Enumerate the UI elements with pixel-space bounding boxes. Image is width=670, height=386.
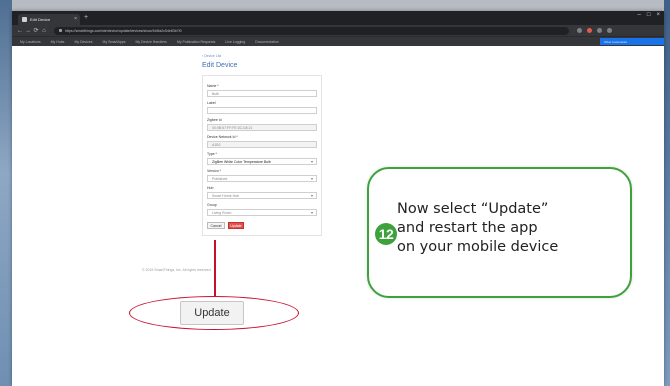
forward-icon[interactable]: → xyxy=(24,28,32,34)
bookmark-item[interactable]: My SmartApps xyxy=(103,40,126,44)
extension-icons xyxy=(577,28,612,33)
address-bar[interactable]: https://smartthings.com/ide/device/updat… xyxy=(54,26,569,35)
form-panel: Name * Bulb Label Zigbee Id 00:0B:57:FF:… xyxy=(202,75,322,236)
bookmark-item[interactable]: Documentation xyxy=(255,40,279,44)
callout-line: and restart the app xyxy=(397,220,538,236)
chevron-down-icon: ▾ xyxy=(310,176,313,181)
callout-text: Now select “Update” and restart the app … xyxy=(397,200,627,257)
other-bookmarks[interactable]: Other bookmarks xyxy=(600,38,664,45)
minimize-icon[interactable]: – xyxy=(638,12,641,18)
zigbee-id-field: 00:0B:57:FF:FE:3C:D8:21 xyxy=(207,124,317,131)
bookmark-item[interactable]: Live Logging xyxy=(225,40,245,44)
cancel-button[interactable]: Cancel xyxy=(207,222,225,229)
type-label: Type * xyxy=(207,152,217,156)
menu-icon[interactable] xyxy=(607,28,612,33)
bookmarks-bar: My Locations My Hubs My Devices My Smart… xyxy=(12,36,664,46)
instruction-callout: 12 Now select “Update” and restart the a… xyxy=(367,167,632,298)
type-select[interactable]: ZigBee White Color Temperature Bulb ▾ xyxy=(207,158,317,165)
profile-avatar-icon[interactable] xyxy=(597,28,602,33)
hub-select[interactable]: Smart Home Hub ▾ xyxy=(207,192,317,199)
browser-toolbar: ← → ⟳ ⌂ https://smartthings.com/ide/devi… xyxy=(12,25,664,36)
home-icon[interactable]: ⌂ xyxy=(40,28,48,34)
step-number-badge: 12 xyxy=(375,223,397,245)
page-title: Edit Device xyxy=(202,62,238,69)
hub-value: Smart Home Hub xyxy=(212,193,240,198)
callout-line: Now select “Update” xyxy=(397,201,549,217)
bookmark-item[interactable]: My Hubs xyxy=(51,40,65,44)
chevron-down-icon: ▾ xyxy=(310,159,313,164)
maximize-icon[interactable]: □ xyxy=(647,12,651,18)
bookmark-item[interactable]: My Devices xyxy=(74,40,92,44)
group-label: Group xyxy=(207,203,217,207)
close-window-icon[interactable]: × xyxy=(656,12,660,18)
desktop-background-right xyxy=(664,0,670,386)
back-icon[interactable]: ← xyxy=(16,28,24,34)
version-value: Published xyxy=(212,176,228,181)
highlight-connector-line xyxy=(214,240,216,297)
breadcrumb[interactable]: ‹ Device List xyxy=(202,54,332,58)
name-label: Name * xyxy=(207,84,219,88)
label-label: Label xyxy=(207,101,216,105)
favicon-icon xyxy=(22,17,27,22)
zigbee-id-label: Zigbee Id xyxy=(207,118,222,122)
tab-strip: Edit Device × + – □ × xyxy=(12,11,664,25)
network-id-label: Device Network Id * xyxy=(207,135,238,139)
bookmark-item[interactable]: My Locations xyxy=(20,40,41,44)
version-label: Version * xyxy=(207,169,222,173)
desktop-background-left xyxy=(0,0,12,386)
type-value: ZigBee White Color Temperature Bulb xyxy=(212,159,271,164)
label-field[interactable] xyxy=(207,107,317,114)
group-select[interactable]: Living Room ▾ xyxy=(207,209,317,216)
update-button-zoomed[interactable]: Update xyxy=(180,301,244,325)
bookmark-item[interactable]: My Device Handlers xyxy=(135,40,166,44)
extension-icon[interactable] xyxy=(587,28,592,33)
page-footer: © 2019 SmartThings, Inc. All rights rese… xyxy=(142,268,212,272)
update-button[interactable]: Update xyxy=(228,222,244,229)
bookmark-star-icon[interactable] xyxy=(577,28,582,33)
edit-device-form: ‹ Device List Edit Device Name * Bulb La… xyxy=(202,54,332,236)
hub-label: Hub xyxy=(207,186,214,190)
bookmark-item[interactable]: My Publication Requests xyxy=(177,40,216,44)
window-controls: – □ × xyxy=(638,12,660,18)
chevron-down-icon: ▾ xyxy=(310,210,313,215)
name-field[interactable]: Bulb xyxy=(207,90,317,97)
reload-icon[interactable]: ⟳ xyxy=(32,27,40,34)
url-text: https://smartthings.com/ide/device/updat… xyxy=(65,28,182,33)
browser-tab[interactable]: Edit Device × xyxy=(18,14,80,25)
form-actions: Cancel Update xyxy=(207,222,317,229)
version-select[interactable]: Published ▾ xyxy=(207,175,317,182)
chevron-down-icon: ▾ xyxy=(310,193,313,198)
close-tab-icon[interactable]: × xyxy=(74,16,77,22)
new-tab-button[interactable]: + xyxy=(84,14,88,21)
tab-title: Edit Device xyxy=(30,17,51,22)
group-value: Living Room xyxy=(212,210,232,215)
callout-line: on your mobile device xyxy=(397,239,559,255)
lock-icon xyxy=(59,29,62,32)
network-id-field[interactable]: A1B2 xyxy=(207,141,317,148)
